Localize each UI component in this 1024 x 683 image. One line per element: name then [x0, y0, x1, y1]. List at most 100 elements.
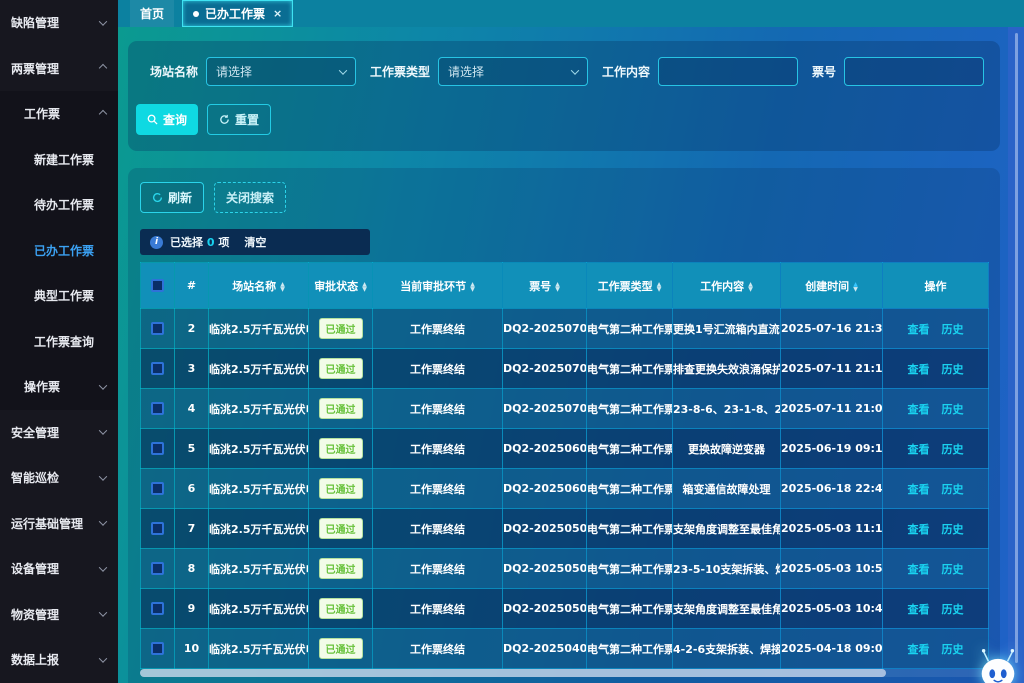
row-checkbox[interactable]: [151, 442, 164, 455]
row-checkbox[interactable]: [151, 362, 164, 375]
horizontal-scrollbar-thumb[interactable]: [140, 669, 886, 677]
sidebar-item[interactable]: 典型工作票: [0, 273, 118, 319]
view-link[interactable]: 查看: [908, 483, 930, 496]
cell-station: 临洮2.5万千瓦光伏电...: [209, 429, 309, 469]
refresh-button[interactable]: 刷新: [140, 182, 204, 213]
query-button[interactable]: 查询: [136, 104, 198, 135]
view-link[interactable]: 查看: [908, 563, 930, 576]
history-link[interactable]: 历史: [942, 563, 964, 576]
sidebar-item[interactable]: 两票管理: [0, 46, 118, 92]
history-link[interactable]: 历史: [942, 403, 964, 416]
sort-icon[interactable]: ▲▼: [555, 282, 560, 292]
sort-icon[interactable]: ▲▼: [362, 282, 367, 292]
cell-actions: 查看历史: [883, 349, 989, 389]
cell-type: 电气第二种工作票: [587, 429, 673, 469]
sidebar-item[interactable]: 工作票查询: [0, 319, 118, 365]
history-link[interactable]: 历史: [942, 363, 964, 376]
column-header[interactable]: 票号▲▼: [503, 263, 587, 309]
sidebar-item[interactable]: 新建工作票: [0, 137, 118, 183]
row-checkbox[interactable]: [151, 482, 164, 495]
view-link[interactable]: 查看: [908, 603, 930, 616]
cell-status: 已通过: [309, 549, 373, 589]
column-header[interactable]: 工作内容▲▼: [673, 263, 781, 309]
clear-selection-link[interactable]: 清空: [244, 234, 266, 250]
table-row: 5临洮2.5万千瓦光伏电...已通过工作票终结DQ2-202506005电气第二…: [141, 429, 989, 469]
vertical-scrollbar-track[interactable]: [1008, 27, 1024, 683]
sidebar-item[interactable]: 操作票: [0, 364, 118, 410]
sort-icon[interactable]: ▲▼: [657, 282, 662, 292]
column-header[interactable]: 工作票类型▲▼: [587, 263, 673, 309]
work-ticket-table: #场站名称▲▼审批状态▲▼当前审批环节▲▼票号▲▼工作票类型▲▼工作内容▲▼创建…: [140, 262, 989, 669]
cell-content: 箱变通信故障处理: [673, 469, 781, 509]
history-link[interactable]: 历史: [942, 443, 964, 456]
chevron-up-icon: [99, 110, 107, 118]
work-content-input[interactable]: [658, 57, 798, 86]
sidebar-item[interactable]: 智能巡检: [0, 455, 118, 501]
info-icon: i: [150, 236, 163, 249]
history-link[interactable]: 历史: [942, 323, 964, 336]
cell-created: 2025-07-16 21:34:57: [781, 309, 883, 349]
view-link[interactable]: 查看: [908, 363, 930, 376]
sort-icon[interactable]: ▲▼: [280, 282, 285, 292]
sidebar-item[interactable]: 设备管理: [0, 546, 118, 592]
cell-index: 6: [175, 469, 209, 509]
sidebar-item[interactable]: 数据上报: [0, 637, 118, 683]
close-search-button[interactable]: 关闭搜索: [214, 182, 286, 213]
row-checkbox[interactable]: [151, 522, 164, 535]
column-header[interactable]: 创建时间▲▼: [781, 263, 883, 309]
cell-actions: 查看历史: [883, 309, 989, 349]
history-link[interactable]: 历史: [942, 483, 964, 496]
view-link[interactable]: 查看: [908, 403, 930, 416]
row-checkbox[interactable]: [151, 402, 164, 415]
sort-icon[interactable]: ▲▼: [470, 282, 475, 292]
select-all-checkbox[interactable]: [151, 279, 164, 292]
cell-station: 临洮2.5万千瓦光伏电...: [209, 309, 309, 349]
cell-content: 排查更换失效浪涌保护器: [673, 349, 781, 389]
tab-close-icon[interactable]: ×: [273, 7, 282, 20]
station-name-select[interactable]: 请选择: [206, 57, 356, 86]
view-link[interactable]: 查看: [908, 323, 930, 336]
chevron-down-icon: [99, 427, 107, 435]
ticket-type-select[interactable]: 请选择: [438, 57, 588, 86]
sidebar-item[interactable]: 待办工作票: [0, 182, 118, 228]
cell-content: 23-5-10支架拆装、焊接...: [673, 549, 781, 589]
sidebar-item[interactable]: 安全管理: [0, 410, 118, 456]
sort-icon[interactable]: ▲▼: [748, 282, 753, 292]
cell-checkbox: [141, 309, 175, 349]
reset-button[interactable]: 重置: [207, 104, 271, 135]
ticket-no-input[interactable]: [844, 57, 984, 86]
cell-status: 已通过: [309, 509, 373, 549]
sidebar-item[interactable]: 运行基础管理: [0, 501, 118, 547]
sidebar-item[interactable]: 已办工作票: [0, 228, 118, 274]
cell-created: 2025-05-03 10:57:09: [781, 549, 883, 589]
row-checkbox[interactable]: [151, 602, 164, 615]
cell-station: 临洮2.5万千瓦光伏电...: [209, 349, 309, 389]
vertical-scrollbar-thumb[interactable]: [1015, 33, 1018, 663]
ticket-type-label: 工作票类型: [370, 63, 430, 80]
station-name-value: 请选择: [216, 63, 252, 80]
row-checkbox[interactable]: [151, 562, 164, 575]
history-link[interactable]: 历史: [942, 603, 964, 616]
view-link[interactable]: 查看: [908, 643, 930, 656]
assistant-robot-icon[interactable]: [975, 644, 1021, 683]
cell-index: 2: [175, 309, 209, 349]
sidebar-item[interactable]: 物资管理: [0, 592, 118, 638]
row-checkbox[interactable]: [151, 642, 164, 655]
column-header[interactable]: 当前审批环节▲▼: [373, 263, 503, 309]
tab-active[interactable]: 已办工作票 ×: [182, 0, 293, 27]
cell-ticket: DQ2-202506005: [503, 429, 587, 469]
history-link[interactable]: 历史: [942, 643, 964, 656]
history-link[interactable]: 历史: [942, 523, 964, 536]
sidebar-item[interactable]: 工作票: [0, 91, 118, 137]
row-checkbox[interactable]: [151, 322, 164, 335]
column-header[interactable]: 场站名称▲▼: [209, 263, 309, 309]
view-link[interactable]: 查看: [908, 523, 930, 536]
view-link[interactable]: 查看: [908, 443, 930, 456]
column-header[interactable]: 审批状态▲▼: [309, 263, 373, 309]
horizontal-scrollbar-track[interactable]: [140, 669, 988, 677]
sidebar-item-label: 设备管理: [11, 560, 59, 577]
cell-type: 电气第二种工作票: [587, 549, 673, 589]
sort-icon[interactable]: ▲▼: [853, 282, 858, 292]
tab-home[interactable]: 首页: [130, 0, 174, 27]
sidebar-item[interactable]: 缺陷管理: [0, 0, 118, 46]
